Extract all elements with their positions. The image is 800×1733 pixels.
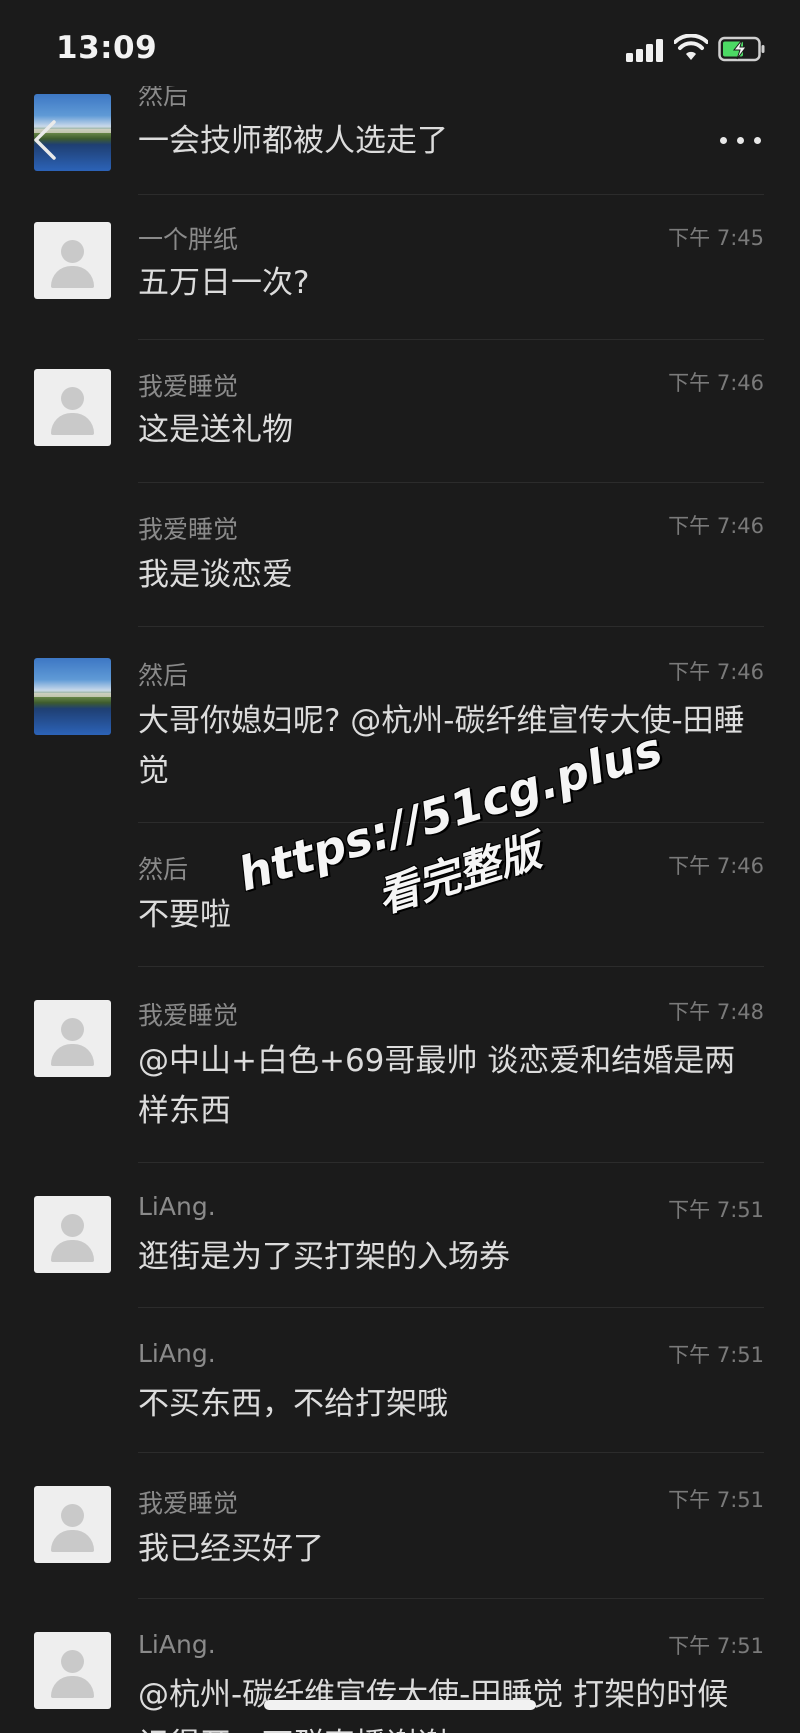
- message-item[interactable]: 我爱睡觉 下午 7:46 我是谈恋爱: [0, 482, 800, 626]
- message-text: 我是谈恋爱: [138, 557, 293, 593]
- divider: [138, 194, 764, 195]
- message-text: 一会技师都被人选走了: [138, 123, 448, 159]
- sender-name: 我爱睡觉: [138, 1001, 239, 1030]
- sender-name: 我爱睡觉: [138, 372, 239, 401]
- chevron-left-icon[interactable]: [30, 118, 60, 162]
- avatar[interactable]: [34, 1196, 111, 1273]
- avatar[interactable]: [34, 1632, 111, 1709]
- divider: [138, 1162, 764, 1163]
- message-item[interactable]: 然后 一会技师都被人选走了: [0, 70, 800, 194]
- message-text: 五万日一次?: [138, 265, 310, 301]
- message-text: 我已经买好了: [138, 1531, 324, 1567]
- message-text: 这是送礼物: [138, 412, 293, 448]
- message-item[interactable]: 然后 下午 7:46 大哥你媳妇呢? @杭州-碳纤维宣传大使-田睡觉: [0, 626, 800, 822]
- divider: [138, 482, 764, 483]
- message-item[interactable]: 我爱睡觉 下午 7:46 这是送礼物: [0, 339, 800, 482]
- message-item[interactable]: LiAng. 下午 7:51 @杭州-碳纤维宣传大使-田睡觉 打架的时候记得开一…: [0, 1598, 800, 1733]
- more-dots-icon[interactable]: [720, 128, 762, 152]
- message-item[interactable]: 我爱睡觉 下午 7:48 @中山+白色+69哥最帅 谈恋爱和结婚是两样东西: [0, 966, 800, 1162]
- sender-name: 然后: [138, 661, 189, 690]
- sender-name: 一个胖纸: [138, 225, 239, 254]
- avatar[interactable]: [34, 1486, 111, 1563]
- message-text: @中山+白色+69哥最帅 谈恋爱和结婚是两样东西: [138, 1043, 736, 1129]
- message-time: 下午 7:51: [668, 1198, 764, 1222]
- sender-name: 然后: [138, 81, 189, 110]
- message-time: 下午 7:46: [668, 854, 764, 878]
- message-time: 下午 7:46: [668, 371, 764, 395]
- divider: [138, 1598, 764, 1599]
- sender-name: LiAng.: [138, 1192, 216, 1221]
- message-time: 下午 7:51: [668, 1343, 764, 1367]
- sender-name: LiAng.: [138, 1339, 216, 1368]
- divider: [138, 1452, 764, 1453]
- divider: [138, 339, 764, 340]
- message-item[interactable]: LiAng. 下午 7:51 不买东西，不给打架哦: [0, 1307, 800, 1452]
- message-item[interactable]: LiAng. 下午 7:51 逛街是为了买打架的入场券: [0, 1162, 800, 1307]
- message-time: 下午 7:46: [668, 514, 764, 538]
- avatar[interactable]: [34, 1000, 111, 1077]
- chat-screen: 13:09 然后 一会技师都被人选走了 一个胖纸 下午 7:45 五万日一次? …: [0, 0, 800, 1733]
- sender-name: 我爱睡觉: [138, 515, 239, 544]
- sender-name: 我爱睡觉: [138, 1489, 239, 1518]
- message-time: 下午 7:51: [668, 1488, 764, 1512]
- sender-name: LiAng.: [138, 1630, 216, 1659]
- message-text: 逛街是为了买打架的入场券: [138, 1239, 510, 1275]
- message-item[interactable]: 我爱睡觉 下午 7:51 我已经买好了: [0, 1452, 800, 1598]
- message-time: 下午 7:51: [668, 1634, 764, 1658]
- message-text: 不买东西，不给打架哦: [138, 1386, 448, 1422]
- avatar[interactable]: [34, 369, 111, 446]
- divider: [138, 1307, 764, 1308]
- message-time: 下午 7:46: [668, 660, 764, 684]
- home-indicator[interactable]: [264, 1700, 536, 1710]
- message-time: 下午 7:45: [668, 226, 764, 250]
- message-text: 大哥你媳妇呢? @杭州-碳纤维宣传大使-田睡觉: [138, 703, 745, 789]
- message-time: 下午 7:48: [668, 1000, 764, 1024]
- avatar[interactable]: [34, 222, 111, 299]
- avatar[interactable]: [34, 658, 111, 735]
- message-item[interactable]: 一个胖纸 下午 7:45 五万日一次?: [0, 194, 800, 339]
- sender-name: 然后: [138, 855, 189, 884]
- divider: [138, 966, 764, 967]
- divider: [138, 626, 764, 627]
